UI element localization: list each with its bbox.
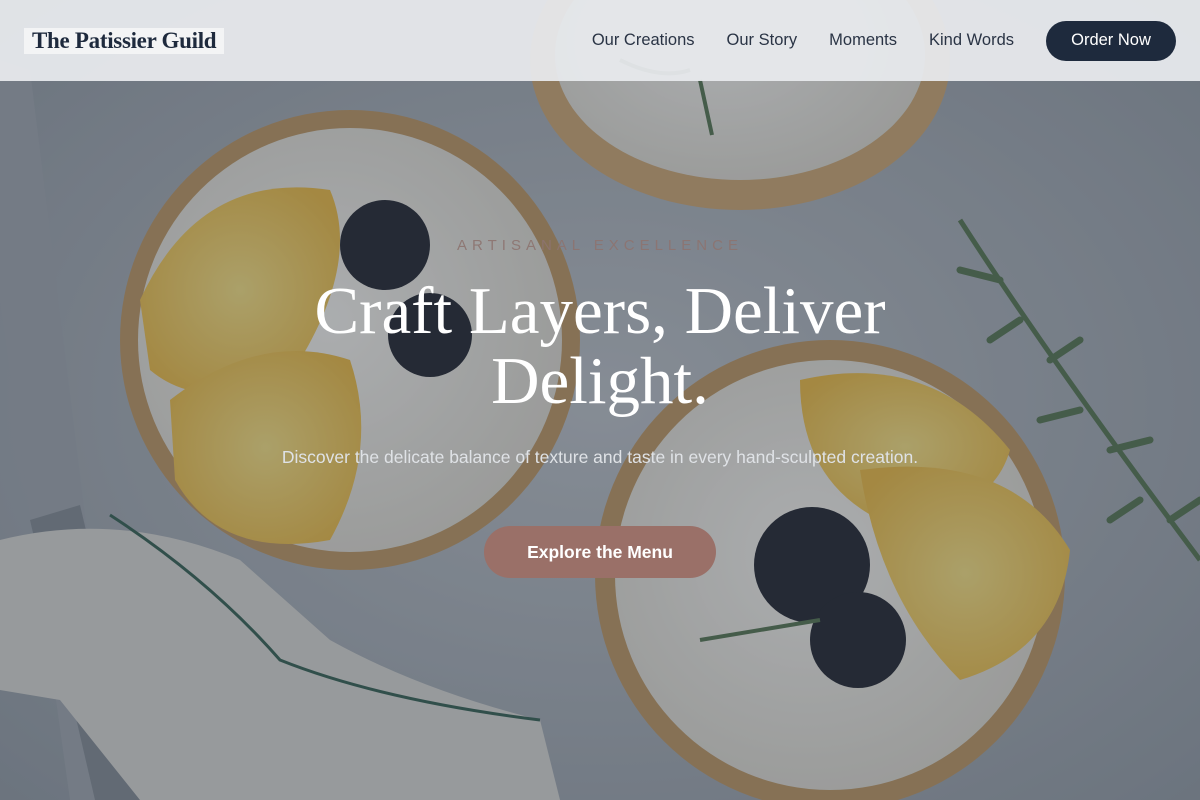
explore-menu-button[interactable]: Explore the Menu bbox=[484, 526, 716, 578]
brand-logo[interactable]: The Patissier Guild bbox=[24, 27, 225, 54]
order-now-button[interactable]: Order Now bbox=[1046, 20, 1176, 61]
nav-link-our-creations[interactable]: Our Creations bbox=[592, 31, 695, 50]
nav-link-our-story[interactable]: Our Story bbox=[727, 31, 798, 50]
nav-link-moments[interactable]: Moments bbox=[829, 31, 897, 50]
hero-overlay bbox=[0, 0, 1200, 800]
nav-link-kind-words[interactable]: Kind Words bbox=[929, 31, 1014, 50]
main-nav: Our Creations Our Story Moments Kind Wor… bbox=[592, 20, 1176, 61]
site-header: The Patissier Guild Our Creations Our St… bbox=[0, 0, 1200, 81]
hero-background bbox=[0, 0, 1200, 800]
